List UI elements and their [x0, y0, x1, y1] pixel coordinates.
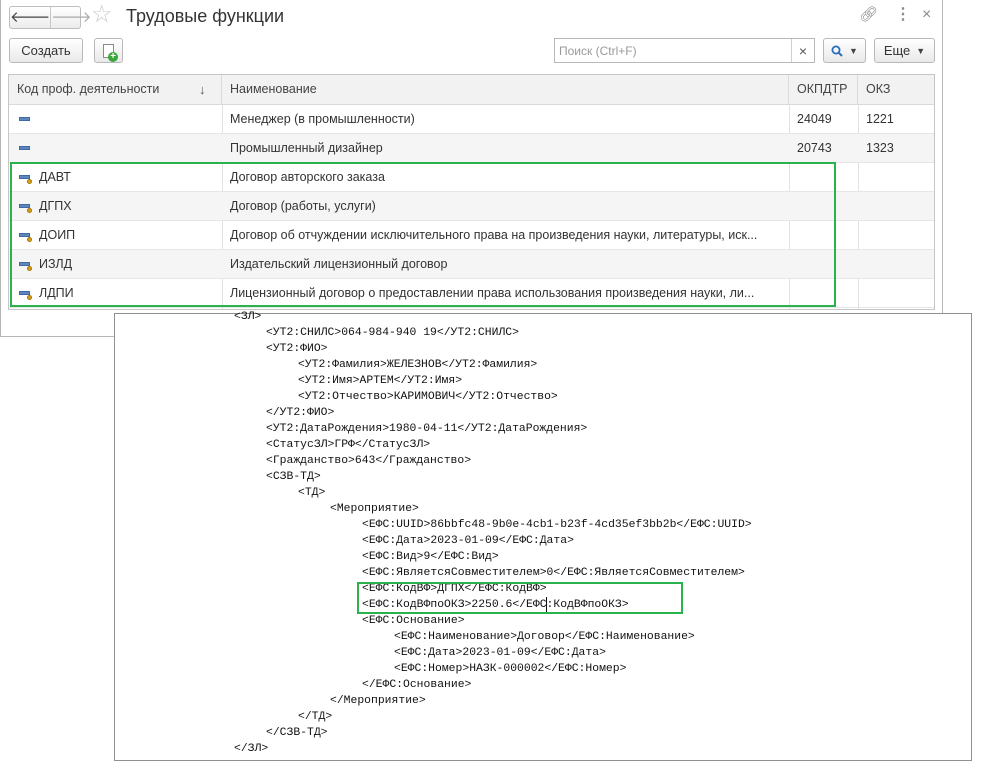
xml-line: <ЗЛ>	[234, 311, 262, 323]
highlight-frame	[10, 162, 836, 307]
search-input[interactable]	[556, 40, 789, 61]
forward-button[interactable]: 🡒	[50, 7, 91, 28]
xml-line: <ЕФС:Номер>НАЗК-000002</ЕФС:Номер>	[394, 663, 627, 675]
link-icon[interactable]: 🔗︎	[859, 7, 878, 22]
column-header-okz[interactable]: ОКЗ	[858, 75, 934, 104]
add-copy-button[interactable]	[94, 38, 123, 63]
row-name: Промышленный дизайнер	[230, 141, 383, 155]
xml-line: </Мероприятие>	[330, 695, 426, 707]
column-header-name[interactable]: Наименование	[222, 75, 789, 104]
table-row[interactable]: Менеджер (в промышленности) 24049 1221	[9, 105, 934, 134]
xml-line: <УТ2:СНИЛС>064-984-940 19</УТ2:СНИЛС>	[266, 327, 519, 339]
xml-line: <ЕФС:Дата>2023-01-09</ЕФС:Дата>	[394, 647, 606, 659]
xml-line: <ЕФС:Вид>9</ЕФС:Вид>	[362, 551, 499, 563]
item-icon	[19, 145, 30, 150]
xml-line: <УТ2:Фамилия>ЖЕЛЕЗНОВ</УТ2:Фамилия>	[298, 359, 538, 371]
xml-line: <ЕФС:UUID>86bbfc48-9b0e-4cb1-b23f-4cd35e…	[362, 519, 752, 531]
xml-line: </СЗВ-ТД>	[266, 727, 328, 739]
chevron-down-icon: ▼	[916, 45, 926, 56]
more-button[interactable]: Еще ▼	[874, 38, 935, 63]
xml-line: <ЕФС:ЯвляетсяСовместителем>0</ЕФС:Являет…	[362, 567, 745, 579]
column-header-okpdtr[interactable]: ОКПДТР	[789, 75, 858, 104]
xml-line: <УТ2:ФИО>	[266, 343, 328, 355]
clear-search-button[interactable]: ×	[791, 39, 814, 62]
table-header: Код проф. деятельности ↓ Наименование ОКП…	[9, 75, 934, 105]
nav-buttons: 🡐 🡒	[9, 6, 91, 29]
table-row[interactable]: Промышленный дизайнер 20743 1323	[9, 134, 934, 163]
favorite-star-icon[interactable]: ☆	[91, 3, 113, 27]
add-document-icon	[103, 43, 118, 62]
row-okpdtr: 24049	[797, 112, 832, 126]
row-okz: 1221	[866, 112, 894, 126]
row-name: Менеджер (в промышленности)	[230, 112, 415, 126]
row-okz	[866, 250, 931, 278]
row-okpdtr: 20743	[797, 141, 832, 155]
row-okz: 1323	[866, 141, 894, 155]
more-label: Еще	[883, 43, 911, 58]
xml-line: </ЗЛ>	[234, 743, 269, 755]
row-okz	[866, 192, 931, 220]
row-okz	[866, 221, 931, 249]
text-cursor	[546, 597, 547, 612]
row-okz	[866, 279, 931, 307]
xml-line: <СтатусЗЛ>ГРФ</СтатусЗЛ>	[266, 439, 431, 451]
create-button[interactable]: Создать	[9, 38, 83, 63]
page-title: Трудовые функции	[126, 6, 285, 26]
arrow-left-icon: 🡐	[10, 9, 51, 26]
xml-line: </УТ2:ФИО>	[266, 407, 335, 419]
xml-line: <УТ2:Имя>АРТЕМ</УТ2:Имя>	[298, 375, 463, 387]
xml-highlight-frame	[357, 582, 683, 614]
xml-line: </ТД>	[298, 711, 333, 723]
arrow-right-icon: 🡒	[51, 9, 92, 26]
clear-icon: ×	[798, 42, 808, 59]
back-button[interactable]: 🡐	[10, 7, 50, 28]
xml-line: <ТД>	[298, 487, 326, 499]
xml-line: <УТ2:Отчество>КАРИМОВИЧ</УТ2:Отчество>	[298, 391, 558, 403]
xml-line: <ЕФС:Дата>2023-01-09</ЕФС:Дата>	[362, 535, 574, 547]
row-okz	[866, 163, 931, 191]
magnifier-icon	[831, 45, 843, 57]
xml-line: <УТ2:ДатаРождения>1980-04-11</УТ2:ДатаРо…	[266, 423, 588, 435]
sort-down-icon: ↓	[199, 82, 206, 97]
search-button[interactable]: ▼	[823, 38, 866, 63]
xml-line: <ЕФС:Наименование>Договор</ЕФС:Наименова…	[394, 631, 695, 643]
item-icon	[19, 116, 30, 121]
close-icon[interactable]: ×	[922, 7, 931, 23]
xml-line: <ЕФС:Основание>	[362, 615, 465, 627]
search-field: ×	[554, 38, 815, 63]
xml-line: <СЗВ-ТД>	[266, 471, 321, 483]
column-header-code[interactable]: Код проф. деятельности ↓	[9, 75, 222, 104]
xml-line: <Мероприятие>	[330, 503, 419, 515]
xml-line: </ЕФС:Основание>	[362, 679, 472, 691]
chevron-down-icon: ▼	[849, 45, 858, 56]
more-vertical-icon[interactable]: ⋮	[895, 7, 911, 23]
xml-line: <Гражданство>643</Гражданство>	[266, 455, 472, 467]
